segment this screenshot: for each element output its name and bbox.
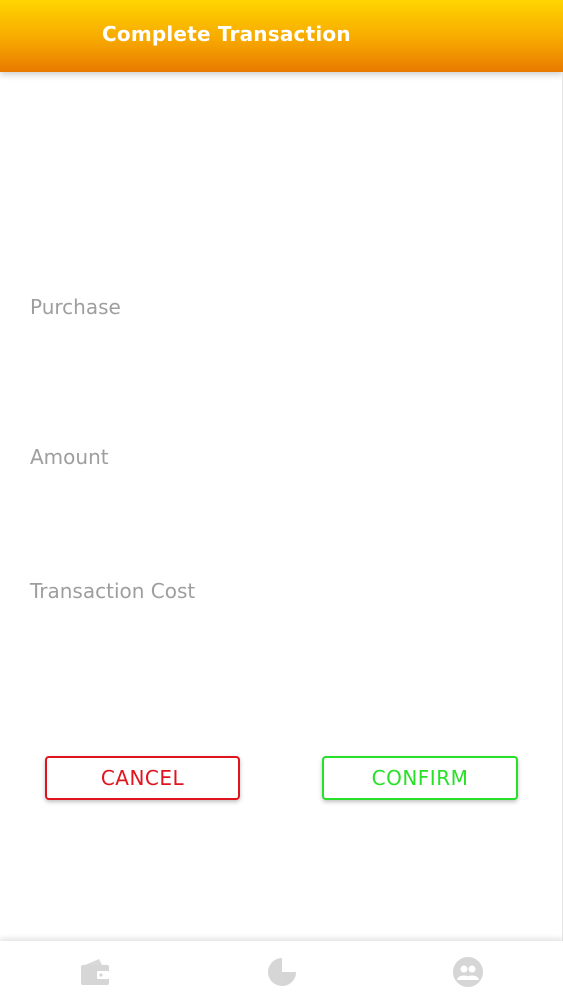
confirm-button[interactable]: CONFIRM: [322, 756, 518, 800]
pie-chart-icon: [268, 958, 296, 986]
group-icon: [453, 957, 483, 987]
wallet-icon: [81, 959, 109, 985]
complete-transaction-screen: Complete Transaction Purchase Amount Tra…: [0, 0, 563, 1001]
bottom-navigation: [0, 941, 563, 1001]
nav-item-profile[interactable]: [451, 955, 485, 989]
amount-label: Amount: [30, 445, 109, 469]
app-header: Complete Transaction: [0, 0, 563, 72]
transaction-cost-label: Transaction Cost: [30, 579, 196, 603]
nav-item-wallet[interactable]: [78, 955, 112, 989]
nav-item-reports[interactable]: [265, 955, 299, 989]
page-title: Complete Transaction: [102, 22, 351, 46]
purchase-label: Purchase: [30, 295, 121, 319]
cancel-button[interactable]: CANCEL: [45, 756, 240, 800]
